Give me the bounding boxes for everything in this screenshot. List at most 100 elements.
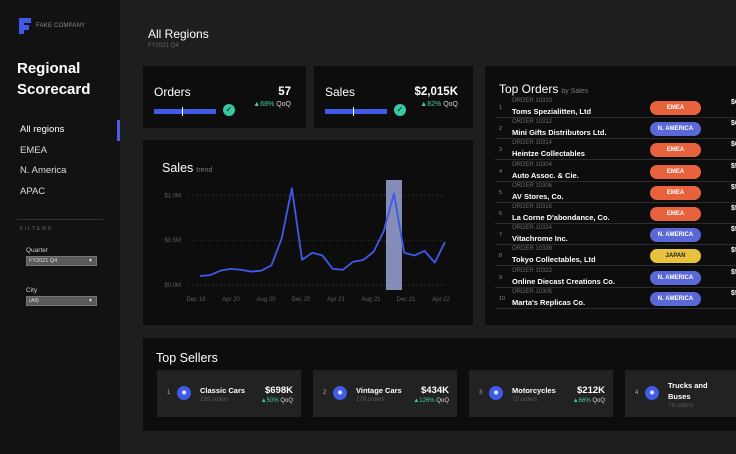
customer-name: Toms Spezialitten, Ltd: [512, 107, 592, 116]
x-tick-label: Dec 20: [291, 297, 311, 303]
seller-rank: 1: [167, 390, 171, 396]
order-rank: 4: [499, 168, 503, 175]
nav-item-north-america[interactable]: N. America: [0, 161, 120, 182]
region-badge[interactable]: N. AMERICA: [650, 291, 701, 306]
order-number: ORDER 10324: [512, 225, 553, 232]
quarter-label: Quarter: [26, 247, 49, 254]
top-orders-title: Top Orders by Sales: [499, 82, 588, 96]
customer-name: La Corne D'abondance, Co.: [512, 213, 610, 222]
order-rank: 10: [499, 295, 506, 302]
order-row[interactable]: 9 ORDER 10322 Online Diecast Creations Co.…: [495, 267, 736, 288]
order-rank: 9: [499, 274, 503, 281]
order-number: ORDER 10306: [512, 182, 553, 189]
seller-card[interactable]: 3 ◉ Motorcycles 72 orders $212K ▲66% QoQ: [469, 370, 613, 417]
sales-progress-bar: [325, 107, 387, 116]
logo-icon: [19, 18, 31, 34]
order-amount: $5: [731, 162, 736, 170]
sales-trend-chart[interactable]: $1.0M $0.5M $0.0M Dec 19 Apr 20 Aug 20 Dec 20 A…: [143, 140, 473, 325]
x-tick-label: Dec 21: [396, 297, 416, 303]
page-subtitle: FY2021 Q4: [148, 43, 179, 49]
seller-delta-pct: 50%: [266, 398, 279, 404]
top-sellers-title: Top Sellers: [156, 351, 218, 365]
orders-delta: ▲68% QoQ: [253, 101, 291, 108]
orders-delta-pct: 68%: [260, 101, 275, 108]
order-number: ORDER 10322: [512, 267, 553, 274]
order-amount: $5: [731, 226, 736, 234]
order-number: ORDER 10304: [512, 161, 553, 168]
order-rank: 2: [499, 126, 503, 133]
sales-kpi-card[interactable]: Sales $2,015K ▲82% QoQ ✓: [314, 66, 473, 128]
check-icon: ✓: [223, 104, 235, 116]
city-select[interactable]: (All) ▼: [26, 296, 97, 306]
nav-item-all-regions[interactable]: All regions: [0, 120, 120, 141]
orders-target-marker: [181, 107, 184, 116]
customer-name: AV Stores, Co.: [512, 191, 564, 201]
region-badge[interactable]: N. AMERICA: [650, 270, 701, 285]
title-line-2: Scorecard: [17, 81, 91, 98]
order-rank: 3: [499, 147, 503, 154]
customer-name: Heintze Collectables: [512, 149, 585, 159]
region-badge[interactable]: EMEA: [650, 164, 701, 179]
order-amount: $5: [731, 289, 736, 297]
sidebar: FAKE COMPANY Regional Scorecard All regi…: [0, 0, 120, 454]
seller-rank: 4: [635, 390, 639, 396]
check-icon: ✓: [394, 104, 406, 116]
order-number: ORDER 10310: [512, 98, 553, 104]
customer-name: Vitachrome Inc.: [512, 234, 568, 244]
order-row[interactable]: 1 ORDER 10310 Toms Spezialitten, Ltd EMEA $6: [495, 97, 736, 118]
x-tick-label: Dec 19: [186, 297, 206, 303]
y-tick-label: $0.0M: [164, 283, 181, 289]
seller-card[interactable]: 2 ◉ Vintage Cars 178 orders $434K ▲126% QoQ: [313, 370, 457, 417]
order-amount: $6: [731, 120, 736, 128]
seller-value: $698K: [265, 385, 293, 396]
seller-card[interactable]: 1 ◉ Classic Cars 199 orders $698K ▲50% QoQ: [157, 370, 301, 417]
order-number: ORDER 10312: [512, 119, 553, 126]
region-badge[interactable]: JAPAN: [650, 249, 701, 264]
orders-value: 57: [278, 86, 291, 98]
order-row[interactable]: 5 ORDER 10306 AV Stores, Co. EMEA $5: [495, 182, 736, 203]
order-rank: 6: [499, 211, 503, 217]
region-badge[interactable]: N. AMERICA: [650, 228, 701, 243]
customer-name: Mini Gifts Distributors Ltd.: [512, 128, 607, 138]
city-select-value: (All): [29, 298, 39, 304]
order-row[interactable]: 3 ORDER 10314 Heintze Collectables EMEA $6: [495, 139, 736, 161]
nav-item-apac[interactable]: APAC: [0, 182, 120, 203]
order-row[interactable]: 7 ORDER 10324 Vitachrome Inc. N. AMERICA $5: [495, 224, 736, 246]
region-badge[interactable]: N. AMERICA: [650, 122, 701, 137]
top-sellers-card: Top Sellers 1 ◉ Classic Cars 199 orders $698…: [143, 338, 736, 431]
seller-name: Vintage Cars: [356, 386, 402, 395]
seller-rank: 2: [323, 390, 327, 396]
order-row[interactable]: 10 ORDER 10305 Marta's Replicas Co. N. AMER…: [495, 288, 736, 309]
quarter-select[interactable]: FY2021 Q4 ▼: [26, 256, 97, 266]
filters-divider: [17, 219, 103, 220]
order-number: ORDER 10314: [512, 140, 553, 147]
seller-delta-pct: 126%: [419, 398, 435, 404]
region-badge[interactable]: EMEA: [650, 207, 701, 221]
order-amount: $5: [731, 247, 736, 255]
region-badge[interactable]: EMEA: [650, 185, 701, 200]
car-icon: ◉: [177, 386, 191, 400]
seller-delta: ▲50% QoQ: [261, 398, 293, 404]
order-row[interactable]: 2 ORDER 10312 Mini Gifts Distributors Ltd.…: [495, 118, 736, 140]
seller-card[interactable]: 4◉Trucks and Buses79 orders$2▲127: [625, 370, 736, 417]
order-amount: $5: [731, 268, 736, 276]
seller-orders: 72 orders: [512, 397, 538, 403]
seller-name: Trucks and Buses: [668, 381, 708, 401]
order-row[interactable]: 6 ORDER 10316 La Corne D'abondance, Co. EME…: [495, 203, 736, 224]
company-name: FAKE COMPANY: [36, 23, 86, 29]
order-number: ORDER 10339: [512, 246, 553, 253]
x-tick-label: Apr 20: [222, 297, 240, 303]
region-badge[interactable]: EMEA: [650, 143, 701, 158]
order-row[interactable]: 4 ORDER 10304 Auto Assoc. & Cie. EMEA $5: [495, 161, 736, 182]
sales-label: Sales: [325, 85, 356, 99]
orders-kpi-card[interactable]: Orders 57 ▲68% QoQ ✓: [143, 66, 306, 128]
quarter-select-value: FY2021 Q4: [29, 258, 58, 264]
sales-trend-line: [199, 187, 446, 277]
x-tick-label: Apr 21: [327, 297, 345, 303]
seller-orders: 199 orders: [200, 397, 229, 403]
region-badge[interactable]: EMEA: [650, 101, 701, 115]
order-row[interactable]: 8 ORDER 10339 Tokyo Collectables, Ltd JAPAN…: [495, 245, 736, 267]
customer-name: Online Diecast Creations Co.: [512, 276, 615, 286]
nav-item-emea[interactable]: EMEA: [0, 141, 120, 162]
seller-value: $212K: [577, 385, 605, 396]
